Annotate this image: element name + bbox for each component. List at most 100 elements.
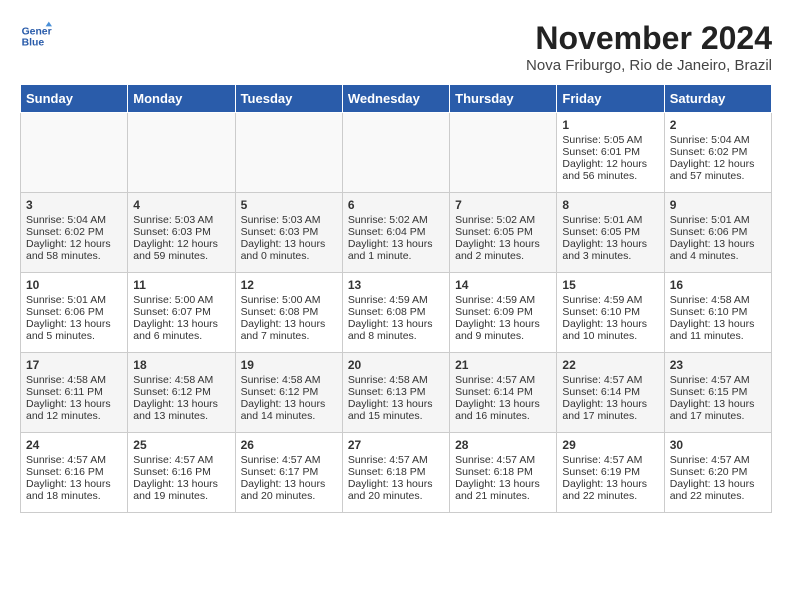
daylight-text: Daylight: 13 hours and 1 minute. [348, 238, 433, 262]
daylight-text: Daylight: 13 hours and 19 minutes. [133, 478, 218, 502]
daylight-text: Daylight: 13 hours and 7 minutes. [241, 318, 326, 342]
weekday-header-friday: Friday [557, 85, 664, 113]
daylight-text: Daylight: 13 hours and 22 minutes. [562, 478, 647, 502]
sunrise-text: Sunrise: 5:00 AM [133, 294, 213, 306]
sunrise-text: Sunrise: 4:58 AM [241, 374, 321, 386]
sunset-text: Sunset: 6:16 PM [133, 466, 211, 478]
weekday-header-row: SundayMondayTuesdayWednesdayThursdayFrid… [21, 85, 772, 113]
day-number: 20 [348, 358, 444, 372]
sunset-text: Sunset: 6:15 PM [670, 386, 748, 398]
sunset-text: Sunset: 6:19 PM [562, 466, 640, 478]
sunrise-text: Sunrise: 4:57 AM [562, 454, 642, 466]
sunrise-text: Sunrise: 5:02 AM [348, 214, 428, 226]
day-number: 18 [133, 358, 229, 372]
day-number: 4 [133, 198, 229, 212]
calendar-cell: 5 Sunrise: 5:03 AM Sunset: 6:03 PM Dayli… [235, 193, 342, 273]
calendar-cell: 18 Sunrise: 4:58 AM Sunset: 6:12 PM Dayl… [128, 353, 235, 433]
sunrise-text: Sunrise: 4:59 AM [348, 294, 428, 306]
sunset-text: Sunset: 6:03 PM [133, 226, 211, 238]
day-number: 29 [562, 438, 658, 452]
calendar-week-row: 1 Sunrise: 5:05 AM Sunset: 6:01 PM Dayli… [21, 113, 772, 193]
day-number: 23 [670, 358, 766, 372]
weekday-header-wednesday: Wednesday [342, 85, 449, 113]
daylight-text: Daylight: 12 hours and 59 minutes. [133, 238, 218, 262]
sunrise-text: Sunrise: 5:04 AM [670, 134, 750, 146]
calendar-cell: 30 Sunrise: 4:57 AM Sunset: 6:20 PM Dayl… [664, 433, 771, 513]
page-header: General Blue November 2024 Nova Friburgo… [20, 20, 772, 74]
day-number: 1 [562, 118, 658, 132]
calendar-cell: 16 Sunrise: 4:58 AM Sunset: 6:10 PM Dayl… [664, 273, 771, 353]
daylight-text: Daylight: 13 hours and 21 minutes. [455, 478, 540, 502]
title-block: November 2024 Nova Friburgo, Rio de Jane… [526, 20, 772, 74]
sunset-text: Sunset: 6:01 PM [562, 146, 640, 158]
daylight-text: Daylight: 13 hours and 18 minutes. [26, 478, 111, 502]
sunset-text: Sunset: 6:05 PM [562, 226, 640, 238]
sunset-text: Sunset: 6:02 PM [670, 146, 748, 158]
sunset-text: Sunset: 6:20 PM [670, 466, 748, 478]
daylight-text: Daylight: 13 hours and 13 minutes. [133, 398, 218, 422]
sunset-text: Sunset: 6:12 PM [241, 386, 319, 398]
calendar-cell [128, 113, 235, 193]
daylight-text: Daylight: 13 hours and 2 minutes. [455, 238, 540, 262]
day-number: 19 [241, 358, 337, 372]
calendar-cell: 2 Sunrise: 5:04 AM Sunset: 6:02 PM Dayli… [664, 113, 771, 193]
day-number: 27 [348, 438, 444, 452]
daylight-text: Daylight: 13 hours and 15 minutes. [348, 398, 433, 422]
daylight-text: Daylight: 12 hours and 57 minutes. [670, 158, 755, 182]
day-number: 11 [133, 278, 229, 292]
daylight-text: Daylight: 13 hours and 20 minutes. [241, 478, 326, 502]
day-number: 17 [26, 358, 122, 372]
day-number: 22 [562, 358, 658, 372]
calendar-cell [235, 113, 342, 193]
day-number: 12 [241, 278, 337, 292]
calendar-week-row: 3 Sunrise: 5:04 AM Sunset: 6:02 PM Dayli… [21, 193, 772, 273]
calendar-cell: 21 Sunrise: 4:57 AM Sunset: 6:14 PM Dayl… [450, 353, 557, 433]
sunset-text: Sunset: 6:12 PM [133, 386, 211, 398]
day-number: 6 [348, 198, 444, 212]
calendar-cell: 11 Sunrise: 5:00 AM Sunset: 6:07 PM Dayl… [128, 273, 235, 353]
calendar-week-row: 24 Sunrise: 4:57 AM Sunset: 6:16 PM Dayl… [21, 433, 772, 513]
day-number: 21 [455, 358, 551, 372]
month-title: November 2024 [526, 20, 772, 57]
sunrise-text: Sunrise: 5:00 AM [241, 294, 321, 306]
sunset-text: Sunset: 6:14 PM [562, 386, 640, 398]
calendar-cell: 6 Sunrise: 5:02 AM Sunset: 6:04 PM Dayli… [342, 193, 449, 273]
sunrise-text: Sunrise: 4:59 AM [562, 294, 642, 306]
calendar-cell: 27 Sunrise: 4:57 AM Sunset: 6:18 PM Dayl… [342, 433, 449, 513]
sunrise-text: Sunrise: 4:58 AM [133, 374, 213, 386]
daylight-text: Daylight: 13 hours and 4 minutes. [670, 238, 755, 262]
calendar-cell: 3 Sunrise: 5:04 AM Sunset: 6:02 PM Dayli… [21, 193, 128, 273]
day-number: 25 [133, 438, 229, 452]
sunrise-text: Sunrise: 5:01 AM [562, 214, 642, 226]
sunset-text: Sunset: 6:10 PM [670, 306, 748, 318]
calendar-cell: 24 Sunrise: 4:57 AM Sunset: 6:16 PM Dayl… [21, 433, 128, 513]
sunset-text: Sunset: 6:06 PM [26, 306, 104, 318]
day-number: 2 [670, 118, 766, 132]
calendar-cell: 14 Sunrise: 4:59 AM Sunset: 6:09 PM Dayl… [450, 273, 557, 353]
sunrise-text: Sunrise: 4:58 AM [348, 374, 428, 386]
day-number: 9 [670, 198, 766, 212]
daylight-text: Daylight: 13 hours and 11 minutes. [670, 318, 755, 342]
sunrise-text: Sunrise: 4:58 AM [670, 294, 750, 306]
daylight-text: Daylight: 13 hours and 17 minutes. [670, 398, 755, 422]
sunset-text: Sunset: 6:18 PM [348, 466, 426, 478]
calendar-cell: 9 Sunrise: 5:01 AM Sunset: 6:06 PM Dayli… [664, 193, 771, 273]
logo: General Blue [20, 20, 56, 52]
day-number: 16 [670, 278, 766, 292]
day-number: 3 [26, 198, 122, 212]
day-number: 13 [348, 278, 444, 292]
sunset-text: Sunset: 6:16 PM [26, 466, 104, 478]
daylight-text: Daylight: 13 hours and 6 minutes. [133, 318, 218, 342]
sunset-text: Sunset: 6:09 PM [455, 306, 533, 318]
calendar-cell: 29 Sunrise: 4:57 AM Sunset: 6:19 PM Dayl… [557, 433, 664, 513]
day-number: 5 [241, 198, 337, 212]
daylight-text: Daylight: 12 hours and 58 minutes. [26, 238, 111, 262]
logo-icon: General Blue [20, 20, 52, 52]
day-number: 24 [26, 438, 122, 452]
sunrise-text: Sunrise: 4:57 AM [133, 454, 213, 466]
sunrise-text: Sunrise: 5:05 AM [562, 134, 642, 146]
day-number: 15 [562, 278, 658, 292]
sunset-text: Sunset: 6:05 PM [455, 226, 533, 238]
calendar-cell: 28 Sunrise: 4:57 AM Sunset: 6:18 PM Dayl… [450, 433, 557, 513]
weekday-header-monday: Monday [128, 85, 235, 113]
